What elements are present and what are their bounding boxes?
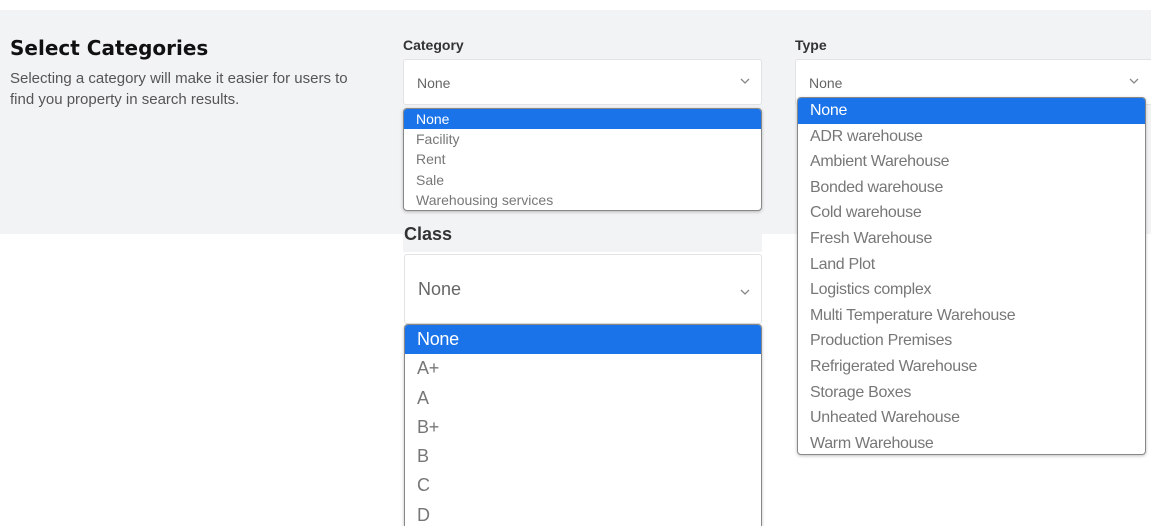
section-title: Select Categories [10, 36, 209, 60]
class-select[interactable]: None [404, 254, 762, 324]
type-option[interactable]: ADR warehouse [798, 124, 1145, 150]
class-option[interactable]: C [405, 471, 761, 500]
chevron-down-icon [739, 74, 751, 90]
type-option[interactable]: Storage Boxes [798, 380, 1145, 406]
type-option[interactable]: Unheated Warehouse [798, 405, 1145, 431]
type-label: Type [795, 37, 827, 53]
category-dropdown: None Facility Rent Sale Warehousing serv… [403, 108, 762, 211]
category-select-value: None [417, 75, 451, 91]
type-option[interactable]: Cold warehouse [798, 200, 1145, 226]
class-option[interactable]: D [405, 501, 761, 526]
class-dropdown: None A+ A B+ B C D [404, 324, 762, 526]
type-option[interactable]: Production Premises [798, 328, 1145, 354]
class-option[interactable]: A+ [405, 354, 761, 383]
class-select-value: None [418, 279, 462, 299]
type-option[interactable]: Refrigerated Warehouse [798, 354, 1145, 380]
type-option[interactable]: None [798, 98, 1145, 124]
class-label: Class [404, 224, 453, 244]
type-select-value: None [809, 75, 843, 91]
class-option[interactable]: None [405, 325, 761, 355]
category-option[interactable]: Rent [404, 149, 761, 169]
class-option[interactable]: B+ [405, 413, 761, 442]
class-label-background [403, 218, 762, 252]
category-option[interactable]: None [404, 109, 761, 130]
type-option[interactable]: Land Plot [798, 252, 1145, 278]
category-option[interactable]: Sale [404, 170, 761, 190]
category-option[interactable]: Warehousing services [404, 190, 761, 210]
category-option[interactable]: Facility [404, 129, 761, 149]
type-option[interactable]: Ambient Warehouse [798, 149, 1145, 175]
type-option[interactable]: Multi Temperature Warehouse [798, 303, 1145, 329]
type-option[interactable]: Fresh Warehouse [798, 226, 1145, 252]
chevron-down-icon [1128, 74, 1140, 90]
class-option[interactable]: A [405, 384, 761, 413]
category-label: Category [403, 37, 464, 53]
chevron-down-icon [739, 282, 751, 303]
class-option[interactable]: B [405, 442, 761, 471]
type-option[interactable]: Logistics complex [798, 277, 1145, 303]
type-option[interactable]: Bonded warehouse [798, 175, 1145, 201]
category-select[interactable]: None [403, 59, 762, 105]
type-dropdown: None ADR warehouse Ambient Warehouse Bon… [797, 97, 1146, 455]
type-option[interactable]: Warm Warehouse [798, 431, 1145, 454]
section-description: Selecting a category will make it easier… [10, 70, 348, 108]
